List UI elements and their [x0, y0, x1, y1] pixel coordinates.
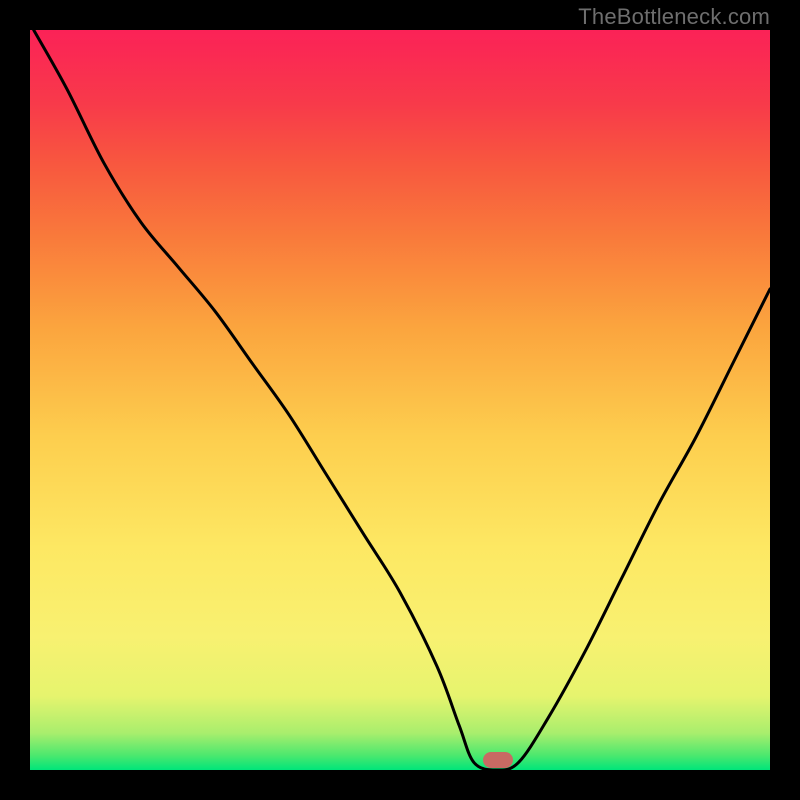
chart-frame: TheBottleneck.com	[0, 0, 800, 800]
plot-area	[30, 30, 770, 770]
watermark-text: TheBottleneck.com	[578, 4, 770, 30]
optimal-marker	[483, 752, 513, 768]
bottleneck-curve	[30, 30, 770, 770]
